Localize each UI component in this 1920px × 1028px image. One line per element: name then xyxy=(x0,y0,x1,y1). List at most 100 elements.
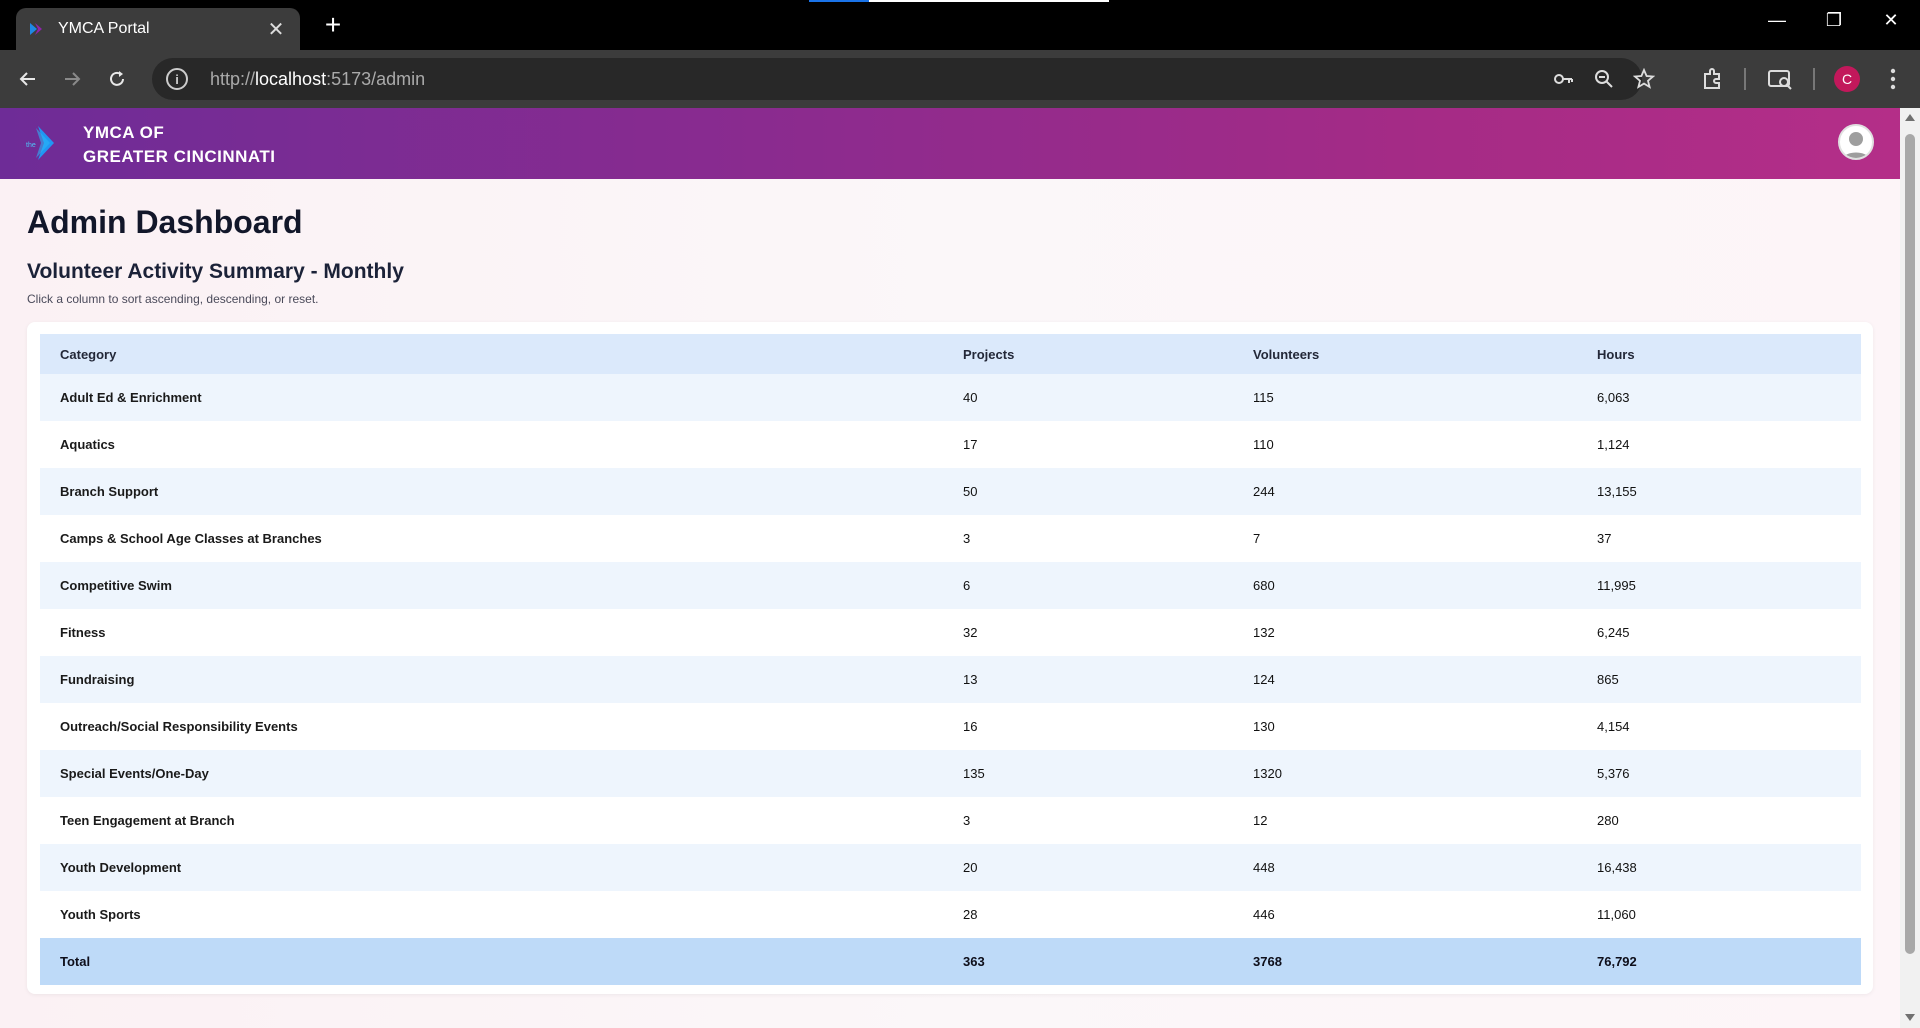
cell-category: Branch Support xyxy=(60,484,159,499)
summary-card: Category Projects Volunteers Hours Adult… xyxy=(27,322,1873,994)
ymca-logo-icon[interactable]: the xyxy=(24,124,62,162)
cell-volunteers: 130 xyxy=(1253,719,1275,734)
cell-category: Fitness xyxy=(60,625,106,640)
cell-hours: 16,438 xyxy=(1597,860,1637,875)
cell-volunteers: 1320 xyxy=(1253,766,1282,781)
table-row: Youth Sports 28 446 11,060 xyxy=(40,891,1861,938)
total-volunteers: 3768 xyxy=(1253,954,1282,969)
scrollbar-thumb[interactable] xyxy=(1905,134,1915,954)
password-key-icon[interactable] xyxy=(1552,68,1574,90)
cell-hours: 280 xyxy=(1597,813,1619,828)
user-silhouette-icon xyxy=(1843,132,1869,158)
cell-volunteers: 12 xyxy=(1253,813,1268,828)
site-header: the YMCA OF GREATER CINCINNATI xyxy=(0,108,1900,179)
total-hours: 76,792 xyxy=(1597,954,1637,969)
menu-dots-icon[interactable] xyxy=(1880,66,1906,92)
cell-category: Special Events/One-Day xyxy=(60,766,209,781)
total-label: Total xyxy=(60,954,91,969)
cell-hours: 13,155 xyxy=(1597,484,1637,499)
cell-volunteers: 7 xyxy=(1253,531,1261,546)
cell-category: Teen Engagement at Branch xyxy=(60,813,235,828)
url-text: http://localhost:5173/admin xyxy=(210,68,426,89)
total-projects: 363 xyxy=(963,954,985,969)
cell-hours: 37 xyxy=(1597,531,1612,546)
browser-tab-bar: YMCA Portal ✕ + — ❐ ✕ xyxy=(0,0,1920,50)
toolbar-separator xyxy=(1744,68,1746,90)
column-header-volunteers[interactable]: Volunteers xyxy=(1253,334,1597,374)
table-row: Adult Ed & Enrichment 40 115 6,063 xyxy=(40,374,1861,421)
cell-hours: 865 xyxy=(1597,672,1619,687)
window-close-icon[interactable]: ✕ xyxy=(1871,10,1911,31)
volunteer-summary-table: Category Projects Volunteers Hours Adult… xyxy=(40,334,1861,985)
restore-icon[interactable]: ❐ xyxy=(1814,10,1854,31)
table-row: Competitive Swim 6 680 11,995 xyxy=(40,562,1861,609)
user-avatar[interactable] xyxy=(1838,124,1874,160)
address-bar[interactable]: i http://localhost:5173/admin xyxy=(152,58,1655,100)
zoom-icon[interactable] xyxy=(1593,68,1615,90)
cell-projects: 50 xyxy=(963,484,978,499)
table-row: Teen Engagement at Branch 3 12 280 xyxy=(40,797,1861,844)
cell-category: Youth Sports xyxy=(60,907,141,922)
page-viewport: the YMCA OF GREATER CINCINNATI Admin Das… xyxy=(0,108,1900,1028)
profile-avatar[interactable]: C xyxy=(1834,66,1860,92)
scroll-down-icon[interactable] xyxy=(1905,1014,1915,1021)
column-header-category[interactable]: Category xyxy=(40,334,963,374)
cell-volunteers: 124 xyxy=(1253,672,1275,687)
cell-volunteers: 132 xyxy=(1253,625,1275,640)
forward-icon[interactable] xyxy=(56,63,88,95)
cell-projects: 20 xyxy=(963,860,978,875)
media-search-icon[interactable] xyxy=(1767,66,1793,92)
cell-category: Outreach/Social Responsibility Events xyxy=(60,719,298,734)
column-header-projects[interactable]: Projects xyxy=(963,334,1253,374)
brand-name[interactable]: YMCA OF GREATER CINCINNATI xyxy=(83,121,276,169)
table-row: Camps & School Age Classes at Branches 3… xyxy=(40,515,1861,562)
cell-category: Fundraising xyxy=(60,672,135,687)
table-header-row: Category Projects Volunteers Hours xyxy=(40,334,1861,374)
cell-projects: 17 xyxy=(963,437,978,452)
back-icon[interactable] xyxy=(12,63,44,95)
page-title: Admin Dashboard xyxy=(27,204,303,240)
cell-projects: 6 xyxy=(963,578,971,593)
cell-hours: 5,376 xyxy=(1597,766,1630,781)
cell-category: Adult Ed & Enrichment xyxy=(60,390,202,405)
table-row: Aquatics 17 110 1,124 xyxy=(40,421,1861,468)
cell-hours: 4,154 xyxy=(1597,719,1630,734)
new-tab-icon[interactable]: + xyxy=(318,11,348,39)
extensions-icon[interactable] xyxy=(1700,66,1726,92)
cell-category: Aquatics xyxy=(60,437,115,452)
cell-hours: 11,995 xyxy=(1597,578,1636,593)
browser-toolbar: i http://localhost:5173/admin xyxy=(0,50,1920,108)
minimize-icon[interactable]: — xyxy=(1757,10,1797,31)
bookmark-star-icon[interactable] xyxy=(1633,68,1655,90)
reload-icon[interactable] xyxy=(101,63,133,95)
cell-projects: 13 xyxy=(963,672,978,687)
table-row: Branch Support 50 244 13,155 xyxy=(40,468,1861,515)
tab-loading-indicator xyxy=(809,0,1109,2)
logo-small-text: the xyxy=(26,142,36,149)
ymca-favicon-icon xyxy=(30,23,42,35)
cell-projects: 135 xyxy=(963,766,985,781)
cell-projects: 16 xyxy=(963,719,978,734)
tab-close-icon[interactable]: ✕ xyxy=(264,17,288,42)
scroll-up-icon[interactable] xyxy=(1905,114,1915,121)
cell-volunteers: 446 xyxy=(1253,907,1275,922)
table-row: Youth Development 20 448 16,438 xyxy=(40,844,1861,891)
cell-volunteers: 115 xyxy=(1253,390,1274,405)
cell-volunteers: 110 xyxy=(1253,437,1274,452)
column-header-hours[interactable]: Hours xyxy=(1597,334,1861,374)
cell-projects: 32 xyxy=(963,625,978,640)
table-row: Outreach/Social Responsibility Events 16… xyxy=(40,703,1861,750)
cell-volunteers: 244 xyxy=(1253,484,1275,499)
table-row: Special Events/One-Day 135 1320 5,376 xyxy=(40,750,1861,797)
cell-volunteers: 680 xyxy=(1253,578,1275,593)
page-scrollbar[interactable] xyxy=(1900,108,1920,1028)
total-row: Total 363 3768 76,792 xyxy=(40,938,1861,985)
toolbar-separator xyxy=(1813,68,1815,90)
table-row: Fundraising 13 124 865 xyxy=(40,656,1861,703)
site-info-icon[interactable]: i xyxy=(166,68,188,90)
cell-hours: 1,124 xyxy=(1597,437,1630,452)
cell-category: Competitive Swim xyxy=(60,578,172,593)
browser-tab[interactable]: YMCA Portal ✕ xyxy=(16,8,300,50)
cell-volunteers: 448 xyxy=(1253,860,1275,875)
cell-projects: 3 xyxy=(963,813,971,828)
